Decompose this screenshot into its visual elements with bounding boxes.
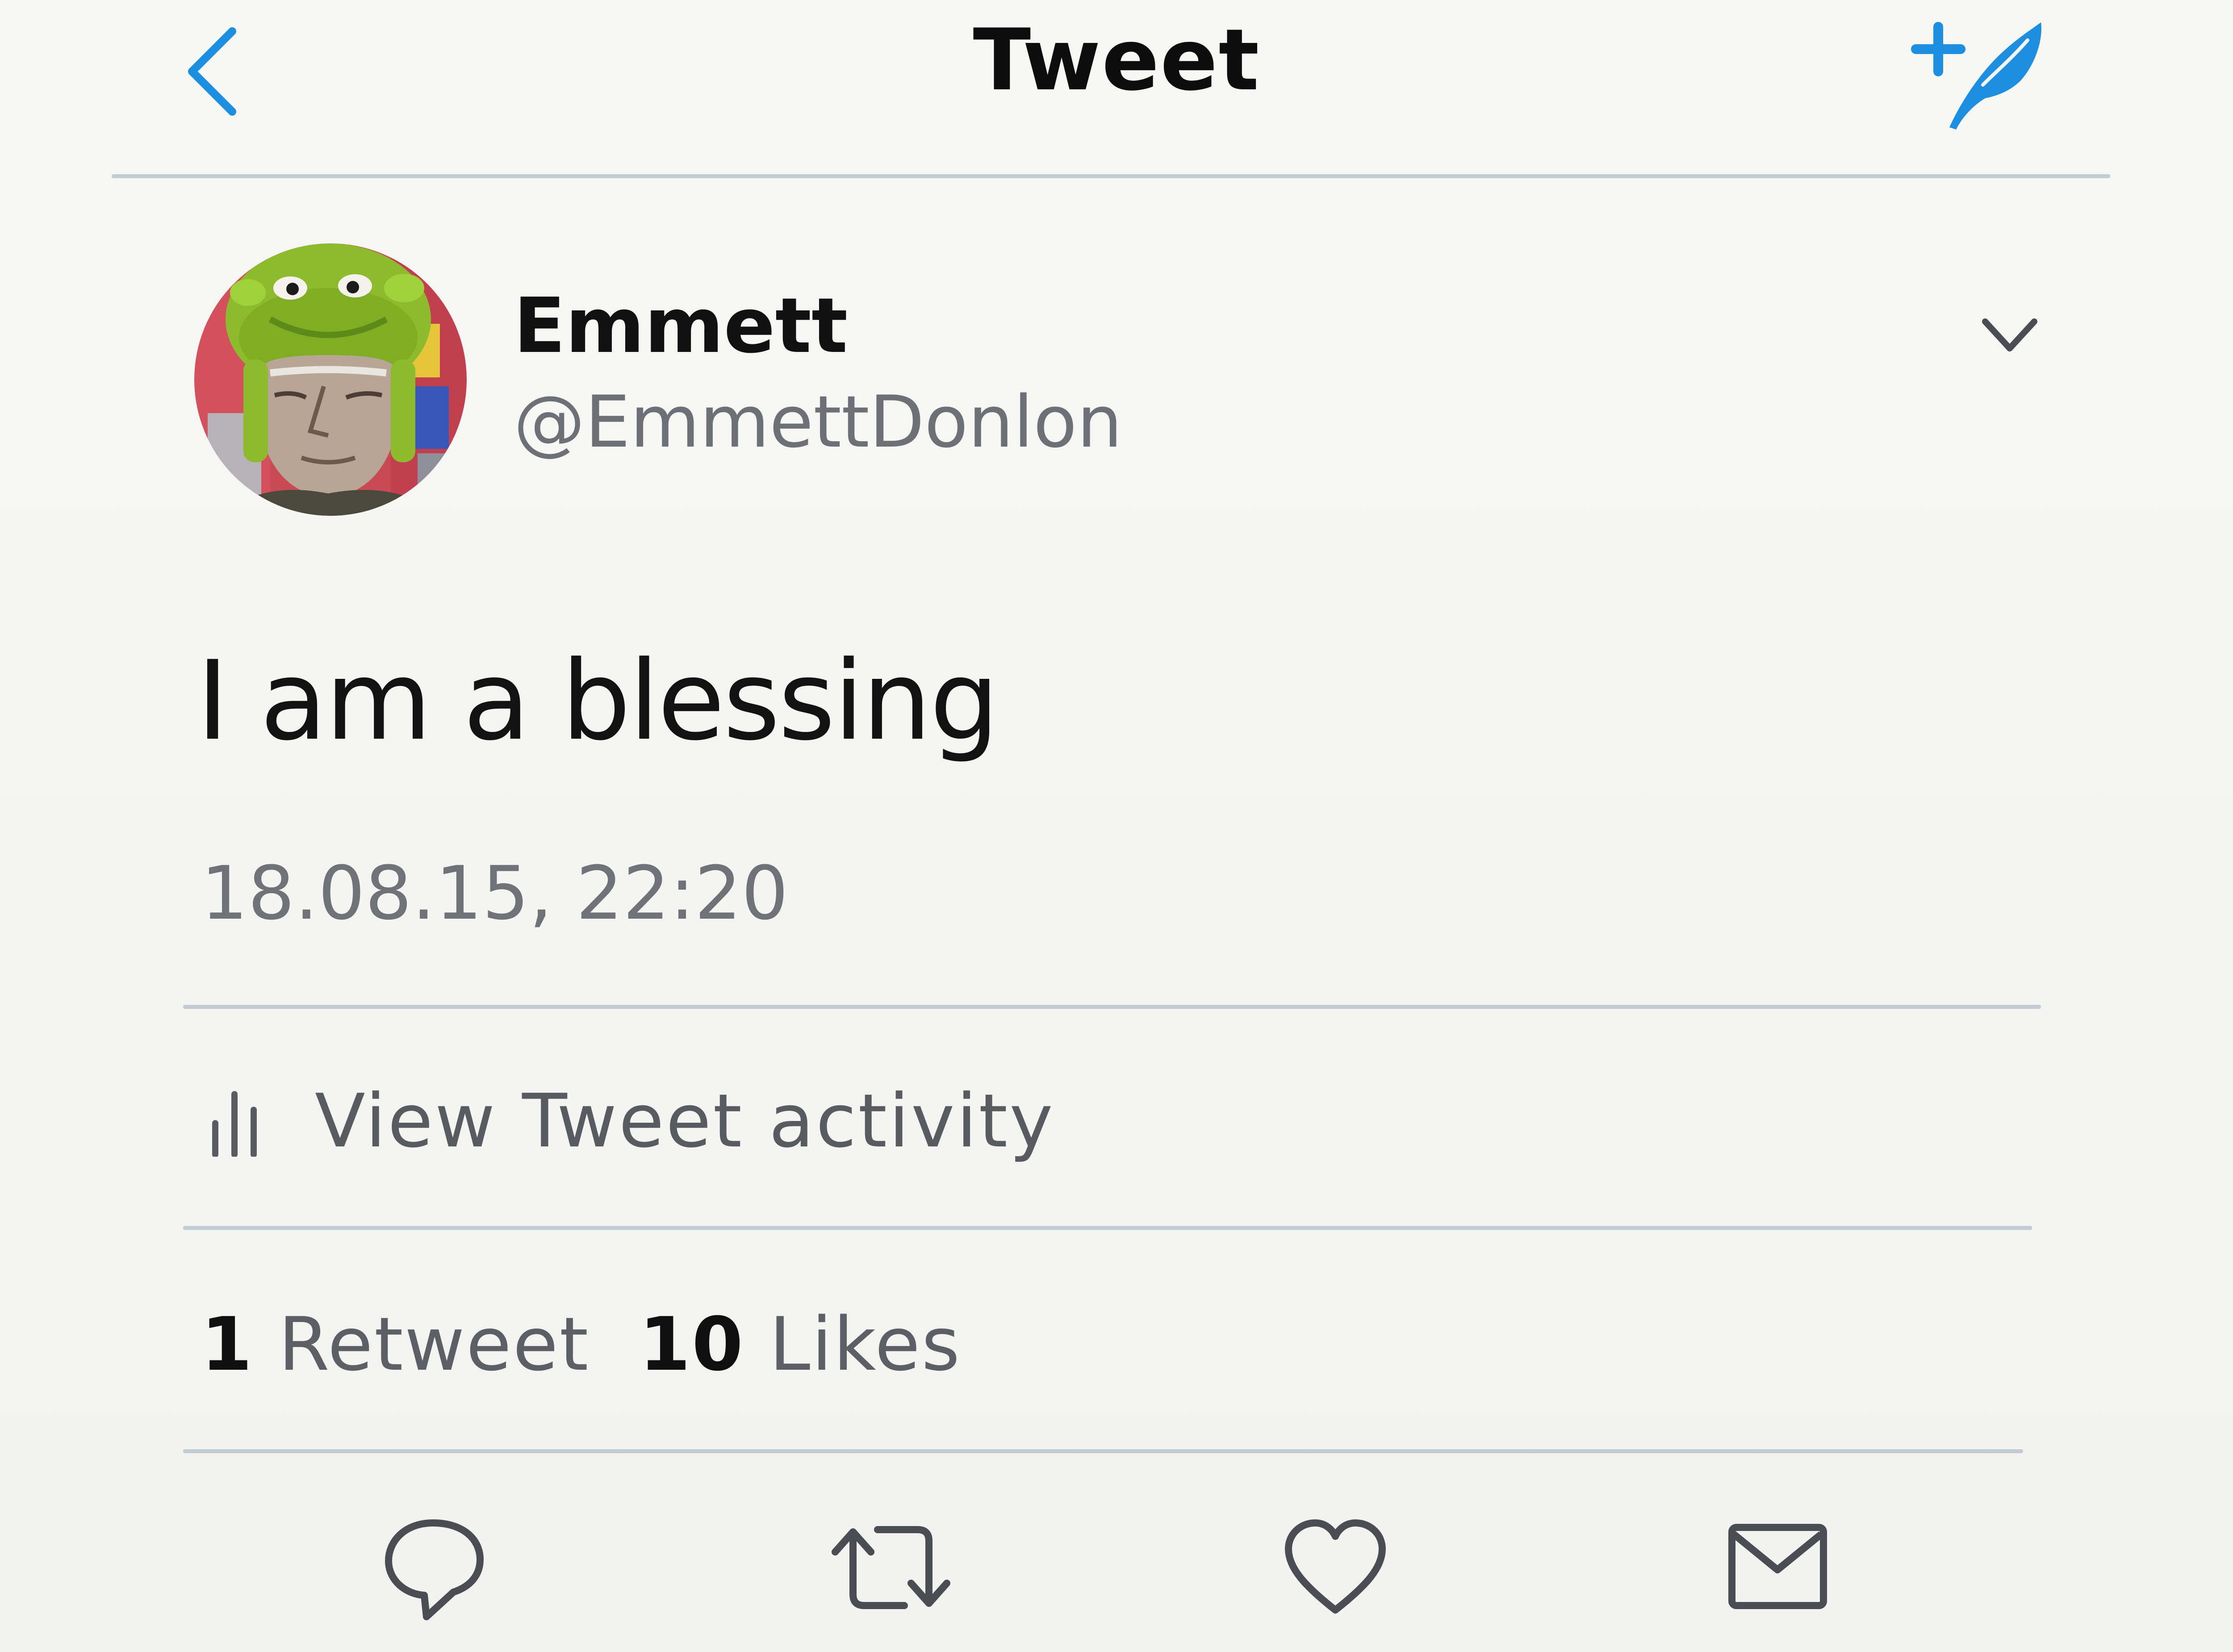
retweet-icon xyxy=(832,1526,950,1609)
header-divider xyxy=(112,174,2110,178)
likes-label: Likes xyxy=(769,1301,962,1387)
like-button[interactable] xyxy=(1277,1510,1393,1626)
tweet-text: I am a blessing xyxy=(197,637,999,765)
envelope-icon xyxy=(1728,1524,1827,1609)
stats-divider xyxy=(183,1449,2023,1453)
reply-icon xyxy=(385,1519,484,1620)
likes-count: 10 xyxy=(639,1301,744,1387)
heart-icon xyxy=(1285,1519,1386,1614)
author-display-name[interactable]: Emmett xyxy=(514,281,848,371)
profile-photo-image xyxy=(194,243,467,516)
retweets-label: Retweet xyxy=(278,1301,590,1387)
retweet-button[interactable] xyxy=(826,1510,956,1626)
likes-stat[interactable]: 10 Likes xyxy=(639,1301,961,1387)
tweet-screen: Tweet Emmett @EmmettDonlon I am a blessi… xyxy=(0,0,2233,1652)
bar-chart-icon xyxy=(212,1091,257,1157)
view-tweet-activity-label: View Tweet activity xyxy=(315,1078,1055,1164)
compose-tweet-icon xyxy=(1911,22,2041,130)
compose-tweet-button[interactable] xyxy=(1907,13,2050,134)
timestamp-divider xyxy=(183,1005,2041,1009)
chevron-down-icon xyxy=(1982,318,2037,351)
retweets-count: 1 xyxy=(201,1301,254,1387)
reply-button[interactable] xyxy=(375,1510,491,1626)
avatar[interactable] xyxy=(194,243,467,516)
tweet-menu-button[interactable] xyxy=(1974,304,2045,371)
view-tweet-activity-link[interactable]: View Tweet activity xyxy=(210,1072,1282,1170)
tweet-timestamp: 18.08.15, 22:20 xyxy=(201,850,789,936)
author-handle[interactable]: @EmmettDonlon xyxy=(514,380,1122,464)
page-title: Tweet xyxy=(973,11,1260,109)
activity-divider xyxy=(183,1226,2032,1230)
share-button[interactable] xyxy=(1724,1510,1831,1626)
tweet-stats: 1 Retweet 10 Likes xyxy=(201,1297,961,1391)
retweets-stat[interactable]: 1 Retweet xyxy=(201,1301,590,1387)
